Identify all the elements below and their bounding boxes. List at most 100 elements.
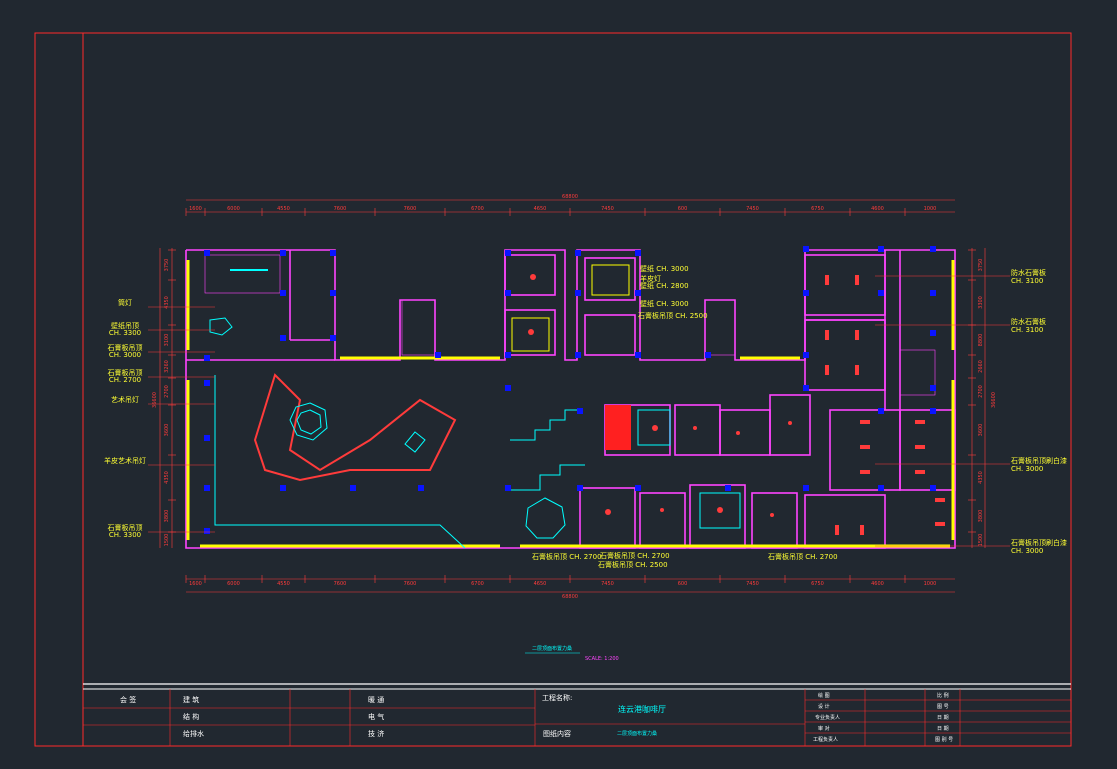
dim-value: 600 (678, 581, 688, 587)
discipline-economics: 技 济 (368, 729, 384, 738)
meta-scale: 比 例 (937, 692, 949, 699)
dim-value: 4350 (978, 471, 984, 484)
annotation-labels-center: 壁纸 CH. 3000羊皮灯壁纸 CH. 2800壁纸 CH. 3000石膏板吊… (638, 264, 708, 320)
right-label-line2: CH. 3100 (1011, 277, 1043, 285)
dim-value: 3800 (164, 510, 170, 523)
dim-value: 7450 (601, 581, 614, 587)
sheet-frame-outer (34, 32, 1072, 747)
left-label-line1: 羊皮艺术吊灯 (104, 456, 146, 465)
dim-value: 4650 (534, 206, 547, 212)
dim-value: 600 (678, 206, 688, 212)
dim-value: 1500 (164, 534, 170, 547)
right-label-line2: CH. 3000 (1011, 547, 1043, 555)
left-label-line2: CH. 2700 (109, 376, 141, 384)
dim-value: 1600 (189, 581, 202, 587)
dim-total-left: 36600 (152, 392, 158, 408)
right-label-line2: CH. 3100 (1011, 326, 1043, 334)
bottom-label: 石膏板吊顶 CH. 2700 (532, 552, 602, 561)
left-label-line2: CH. 3000 (109, 351, 141, 359)
dim-value: 6000 (227, 581, 240, 587)
center-label: 石膏板吊顶 CH. 2500 (638, 311, 708, 320)
right-label-line1: 防水石膏板 (1011, 268, 1046, 277)
dim-value: 3750 (164, 259, 170, 272)
dim-value: 7450 (746, 581, 759, 587)
center-label: 壁纸 CH. 2800 (640, 281, 689, 290)
meta-drawing-no: 图 号 (937, 704, 949, 710)
dim-total-right: 36600 (991, 392, 997, 408)
cad-drawing: 68800 68800 36600 36600 1600 6000 4550 7… (34, 32, 1072, 747)
windows (186, 260, 955, 548)
content-label: 图纸内容 (543, 729, 571, 738)
dim-value: 6750 (811, 581, 824, 587)
dim-value: 6700 (471, 581, 484, 587)
dim-value: 7600 (404, 206, 417, 212)
dim-values-left: 375043503100326027003600435038001500 (164, 249, 176, 547)
meta-date-1: 日 期 (937, 715, 949, 721)
sign-label: 会 签 (120, 695, 136, 704)
right-label-line1: 石膏板吊顶刷白漆 (1011, 456, 1067, 465)
discipline-structure: 结 构 (183, 712, 199, 721)
dim-value: 1500 (978, 534, 984, 547)
dim-value: 7450 (746, 206, 759, 212)
annotation-labels-left: 筒灯壁纸吊顶CH. 3300石膏板吊顶CH. 3000石膏板吊顶CH. 2700… (104, 298, 215, 539)
dim-value: 2700 (164, 385, 170, 398)
discipline-hvac: 暖 通 (368, 695, 384, 704)
dim-value: 6700 (471, 206, 484, 212)
left-label-line2: CH. 3300 (109, 531, 141, 539)
role-discipline-lead: 专业负责人 (815, 714, 840, 721)
dimension-chain-bottom: 68800 (186, 578, 955, 600)
meta-category-no: 图 别 号 (935, 736, 953, 743)
dim-value: 3300 (978, 296, 984, 309)
center-label: 壁纸 CH. 3000 (640, 299, 689, 308)
left-label-line1: 艺术吊灯 (111, 395, 139, 404)
dim-value: 7600 (404, 581, 417, 587)
dim-total-top: 68800 (562, 194, 578, 200)
annotation-labels-right: 防水石膏板CH. 3100防水石膏板CH. 3100石膏板吊顶刷白漆CH. 30… (875, 268, 1067, 555)
role-designer: 设 计 (818, 703, 830, 710)
dim-value: 3600 (164, 424, 170, 437)
project-name: 连云港咖啡厅 (618, 704, 666, 714)
right-label-line2: CH. 3000 (1011, 465, 1043, 473)
discipline-architecture: 建 筑 (183, 695, 199, 704)
bottom-label: 石膏板吊顶 CH. 2700 (600, 551, 670, 560)
sheet-frame-inner (82, 32, 1072, 747)
bottom-label: 石膏板吊顶 CH. 2700 (768, 552, 838, 561)
left-label-line1: 筒灯 (118, 298, 132, 307)
role-checker: 审 对 (818, 725, 830, 732)
role-drafter: 绘 图 (818, 692, 830, 699)
discipline-plumbing: 给排水 (183, 729, 204, 738)
discipline-electrical: 电 气 (368, 712, 384, 721)
dimension-chain-right: 36600 (971, 248, 997, 548)
dim-value: 4650 (534, 581, 547, 587)
dim-value: 6750 (811, 206, 824, 212)
dim-value: 8800 (978, 334, 984, 347)
dim-value: 4600 (871, 206, 884, 212)
dim-value: 4550 (277, 581, 290, 587)
meta-date-2: 日 期 (937, 726, 949, 732)
drawing-title: 二层顶面布置力桑 (532, 645, 572, 652)
fixture-marks (528, 274, 945, 535)
dim-value: 7450 (601, 206, 614, 212)
dim-values-top: 1600 6000 4550 7600 7600 6700 4650 7450 600 7450 6… (185, 206, 937, 216)
dim-value: 4550 (277, 206, 290, 212)
dim-value: 7600 (334, 206, 347, 212)
dimension-chain-top: 68800 (186, 194, 955, 213)
dim-total-bottom: 68800 (562, 594, 578, 600)
dim-value: 4600 (871, 581, 884, 587)
role-project-lead: 工程负责人 (813, 736, 838, 743)
center-label: 壁纸 CH. 3000 (640, 264, 689, 273)
bottom-label: 石膏板吊顶 CH. 2500 (598, 560, 668, 569)
right-label-line1: 石膏板吊顶刷白漆 (1011, 538, 1067, 547)
dim-value: 1000 (924, 581, 937, 587)
right-label-line1: 防水石膏板 (1011, 317, 1046, 326)
dim-value: 3600 (978, 424, 984, 437)
building-outline (185, 249, 956, 549)
dim-values-right: 3750 3300 8800 2660 2700 3600 4350 3800 1500 (968, 249, 984, 547)
dim-value: 1000 (924, 206, 937, 212)
dim-value: 4350 (164, 471, 170, 484)
project-label: 工程名称: (542, 693, 572, 702)
dim-value: 6000 (227, 206, 240, 212)
dim-value: 3750 (978, 259, 984, 272)
content-value: 二层顶面布置力桑 (617, 730, 657, 737)
dim-value: 3800 (978, 510, 984, 523)
